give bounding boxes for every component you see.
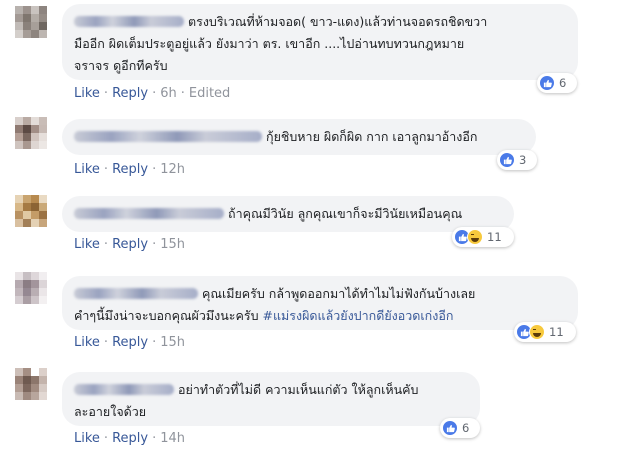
like-icon: [499, 152, 515, 168]
hashtag-link[interactable]: #แม่รงผิดแล้วยังปากดียังอวดเก่งอีก: [262, 308, 453, 323]
haha-icon: [529, 324, 545, 340]
like-link[interactable]: Like: [74, 162, 100, 177]
reply-link[interactable]: Reply: [112, 431, 148, 446]
timestamp[interactable]: 12h: [160, 162, 185, 177]
comment-bubble: กุ้ยชิบหาย ผิดก็ผิด กาก เอาลูกมาอ้างอีก: [62, 119, 536, 155]
comment-actions: Like · Reply · 15h: [74, 335, 185, 350]
comment-actions: Like · Reply · 6h · Edited: [74, 86, 231, 101]
like-link[interactable]: Like: [74, 237, 100, 252]
reply-link[interactable]: Reply: [112, 335, 148, 350]
like-link[interactable]: Like: [74, 431, 100, 446]
like-link[interactable]: Like: [74, 86, 100, 101]
reaction-summary[interactable]: 6: [440, 418, 480, 438]
avatar[interactable]: [15, 6, 47, 38]
avatar[interactable]: [15, 272, 47, 304]
reaction-summary[interactable]: 11: [452, 227, 514, 247]
avatar[interactable]: [15, 368, 47, 400]
haha-icon: [467, 229, 483, 245]
reply-link[interactable]: Reply: [112, 162, 148, 177]
like-link[interactable]: Like: [74, 335, 100, 350]
comment-bubble: คุณเมียครับ กล้าพูดออกมาได้ทำไมไม่ฟังกัน…: [62, 276, 578, 330]
reaction-count: 6: [559, 76, 567, 90]
commenter-name[interactable]: [74, 383, 174, 395]
comment-text: กุ้ยชิบหาย ผิดก็ผิด กาก เอาลูกมาอ้างอีก: [266, 129, 478, 144]
like-icon: [442, 420, 458, 436]
reaction-summary[interactable]: 6: [537, 73, 577, 93]
reply-link[interactable]: Reply: [112, 237, 148, 252]
comment-actions: Like · Reply · 14h: [74, 431, 185, 446]
reaction-summary[interactable]: 3: [497, 150, 537, 170]
like-icon: [539, 75, 555, 91]
comment-actions: Like · Reply · 12h: [74, 162, 185, 177]
reaction-count: 11: [487, 230, 502, 244]
timestamp[interactable]: 15h: [160, 237, 185, 252]
comment-bubble: ถ้าคุณมีวินัย ลูกคุณเขาก็จะมีวินัยเหมือน…: [62, 196, 514, 232]
commenter-name[interactable]: [74, 287, 198, 299]
comment-actions: Like · Reply · 15h: [74, 237, 185, 252]
reaction-count: 3: [519, 153, 527, 167]
commenter-name[interactable]: [74, 15, 184, 27]
comment-bubble: อย่าทำตัวที่ไม่ดี ความเห็นแก่ตัว ให้ลูกเ…: [62, 372, 480, 426]
commenter-name[interactable]: [74, 130, 262, 142]
reply-link[interactable]: Reply: [112, 86, 148, 101]
reaction-summary[interactable]: 11: [514, 322, 576, 342]
reaction-count: 6: [462, 421, 470, 435]
timestamp[interactable]: 6h: [160, 86, 177, 101]
avatar[interactable]: [15, 117, 47, 149]
avatar[interactable]: [15, 195, 47, 227]
comment-bubble: ตรงบริเวณที่ห้ามจอด( ขาว-แดง)แล้วท่านจอด…: [62, 4, 578, 80]
timestamp[interactable]: 15h: [160, 335, 185, 350]
commenter-name[interactable]: [74, 207, 224, 219]
edited-label[interactable]: Edited: [189, 86, 230, 101]
timestamp[interactable]: 14h: [160, 431, 185, 446]
reaction-count: 11: [549, 325, 564, 339]
comment-text: ถ้าคุณมีวินัย ลูกคุณเขาก็จะมีวินัยเหมือน…: [228, 206, 463, 221]
